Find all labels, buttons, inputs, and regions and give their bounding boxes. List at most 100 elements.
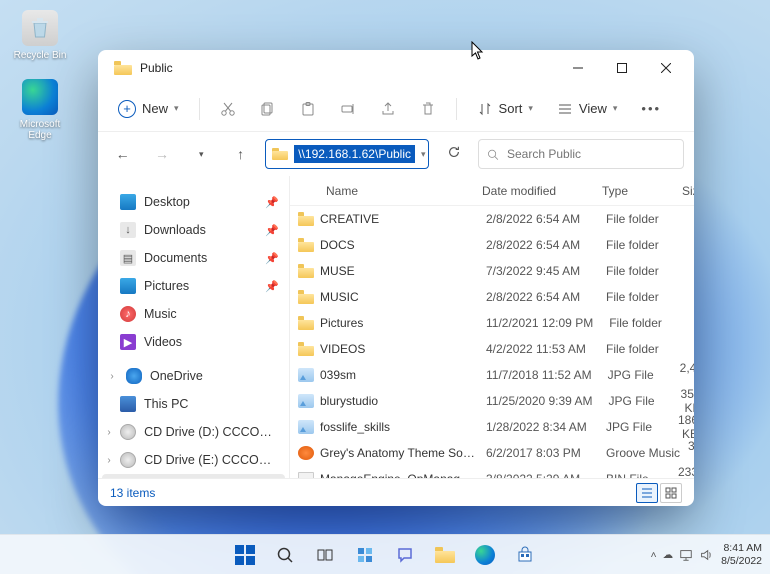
address-history-button[interactable]: ▾ [421,149,426,160]
column-date[interactable]: Date modified [474,184,594,198]
widgets-button[interactable] [347,538,383,572]
icons-view-button[interactable] [660,483,682,503]
back-button[interactable]: ← [108,146,137,162]
address-bar-row: ← → ▾ ↑ \\192.168.1.62\Public ▾ [98,132,694,176]
audio-icon [298,446,314,460]
file-row[interactable]: fosslife_skills1/28/2022 8:34 AMJPG File… [290,414,694,440]
pin-icon: 📌 [265,280,279,293]
network-tray-icon[interactable] [679,548,693,562]
ellipsis-icon: ••• [641,101,661,116]
desktop-icon-edge[interactable]: Microsoft Edge [10,79,70,141]
nav-item-desktop[interactable]: Desktop📌 [102,188,285,216]
file-row[interactable]: DOCS2/8/2022 6:54 AMFile folder [290,232,694,258]
pin-icon: 📌 [265,224,279,237]
minimize-button[interactable] [556,52,600,84]
system-tray[interactable]: ˄ ☁ [650,548,713,562]
taskbar-clock[interactable]: 8:41 AM 8/5/2022 [721,542,762,567]
sort-button[interactable]: Sort ▾ [467,93,543,125]
folder-icon [298,212,314,226]
edge-icon [475,545,495,565]
onedrive-tray-icon[interactable]: ☁ [663,549,674,561]
taskbar-edge[interactable] [467,538,503,572]
desktop-icon-recycle-bin[interactable]: Recycle Bin [10,10,70,61]
cut-button[interactable] [210,93,246,125]
nav-item-downloads[interactable]: ↓Downloads📌 [102,216,285,244]
details-view-button[interactable] [636,483,658,503]
taskbar-center [227,538,543,572]
file-row[interactable]: blurystudio11/25/2020 9:39 AMJPG File350… [290,388,694,414]
volume-tray-icon[interactable] [699,548,713,562]
nav-item-cd-d[interactable]: ›CD Drive (D:) CCCOMA_X64FRE_EN-US_DV9 [102,418,285,446]
maximize-button[interactable] [600,52,644,84]
search-input[interactable] [507,147,675,161]
forward-button[interactable]: → [147,146,176,162]
file-size: 3,952 KB [688,439,694,467]
column-type[interactable]: Type [594,184,674,198]
taskbar-store[interactable] [507,538,543,572]
navigation-pane[interactable]: Desktop📌 ↓Downloads📌 ▤Documents📌 Picture… [98,176,290,478]
address-bar[interactable]: \\192.168.1.62\Public ▾ [265,139,429,169]
file-explorer-window: Public + New ▾ Sort ▾ [98,50,694,506]
search-box[interactable] [478,139,684,169]
nav-item-label: Pictures [144,279,189,293]
column-size[interactable]: Size [674,184,694,198]
file-type: JPG File [600,368,680,382]
taskbar-file-explorer[interactable] [427,538,463,572]
nav-item-onedrive[interactable]: ›OneDrive [102,362,285,390]
status-bar: 13 items [98,478,694,506]
nav-item-videos[interactable]: ▶Videos [102,328,285,356]
column-label: Name [302,184,358,198]
file-row[interactable]: ManageEngine_OpManager_64bit.bin3/8/2022… [290,466,694,478]
copy-button[interactable] [250,93,286,125]
tray-overflow-icon[interactable]: ˄ [650,549,656,561]
nav-item-pictures[interactable]: Pictures 📌 [102,272,285,300]
chevron-down-icon: ▾ [174,103,179,114]
chat-button[interactable] [387,538,423,572]
expand-icon[interactable]: › [106,427,112,438]
task-view-button[interactable] [307,538,343,572]
file-row[interactable]: CREATIVE2/8/2022 6:54 AMFile folder [290,206,694,232]
file-row[interactable]: Grey's Anatomy Theme Song-BuY5H_lAy...6/… [290,440,694,466]
taskbar[interactable]: ˄ ☁ 8:41 AM 8/5/2022 [0,534,770,574]
file-date: 11/2/2021 12:09 PM [478,316,601,330]
paste-button[interactable] [290,93,326,125]
column-headers[interactable]: Name Date modified Type Size [290,176,694,206]
more-button[interactable]: ••• [631,93,671,125]
file-date: 4/2/2022 11:53 AM [478,342,598,356]
view-button[interactable]: View ▾ [547,93,627,125]
titlebar[interactable]: Public [98,50,694,86]
delete-button[interactable] [410,93,446,125]
nav-item-label: Documents [144,251,207,265]
start-button[interactable] [227,538,263,572]
folder-icon [114,61,132,75]
file-date: 1/28/2022 8:34 AM [478,420,598,434]
nav-quick-access: Desktop📌 ↓Downloads📌 ▤Documents📌 Picture… [102,188,285,356]
new-button[interactable]: + New ▾ [108,93,189,125]
up-button[interactable]: ↑ [226,146,255,162]
file-name: MUSIC [320,290,478,304]
nav-item-music[interactable]: ♪Music [102,300,285,328]
expand-icon[interactable]: › [106,455,112,466]
taskbar-search[interactable] [267,538,303,572]
expand-icon[interactable]: › [106,371,118,382]
file-row[interactable]: MUSIC2/8/2022 6:54 AMFile folder [290,284,694,310]
file-date: 2/8/2022 6:54 AM [478,238,598,252]
file-date: 2/8/2022 6:54 AM [478,290,598,304]
column-name[interactable]: Name [294,184,474,198]
file-row[interactable]: VIDEOS4/2/2022 11:53 AMFile folder [290,336,694,362]
nav-item-cd-e[interactable]: ›CD Drive (E:) CCCOMA_X64FRE_EN-US_DV9 [102,446,285,474]
image-icon [298,420,314,434]
close-button[interactable] [644,52,688,84]
share-button[interactable] [370,93,406,125]
recent-locations-button[interactable]: ▾ [187,149,216,160]
rename-button[interactable] [330,93,366,125]
file-row[interactable]: MUSE7/3/2022 9:45 AMFile folder [290,258,694,284]
view-mode-toggle [636,483,682,503]
address-path[interactable]: \\192.168.1.62\Public [294,145,415,163]
refresh-button[interactable] [439,145,468,164]
nav-item-documents[interactable]: ▤Documents📌 [102,244,285,272]
cd-icon [120,452,136,468]
nav-item-thispc[interactable]: This PC [102,390,285,418]
file-row[interactable]: Pictures11/2/2021 12:09 PMFile folder [290,310,694,336]
file-row[interactable]: 039sm11/7/2018 11:52 AMJPG File2,455 KB [290,362,694,388]
